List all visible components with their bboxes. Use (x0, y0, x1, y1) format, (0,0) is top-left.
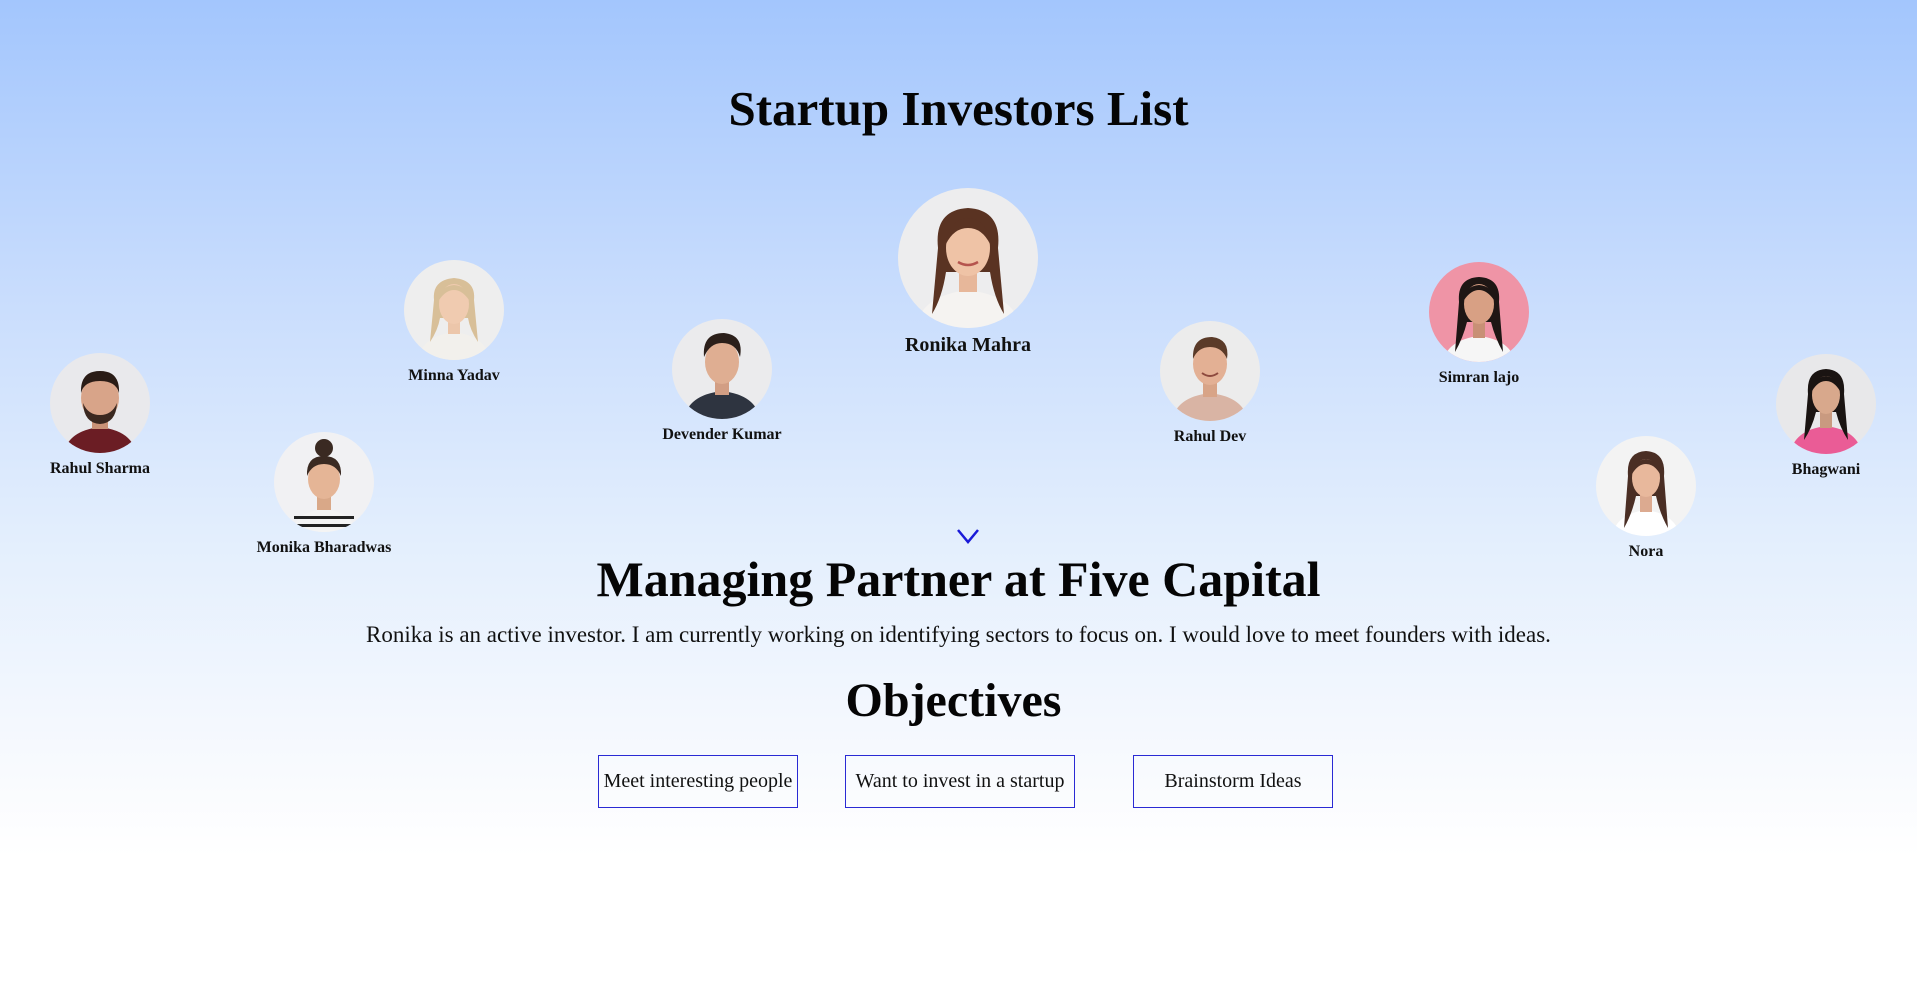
investor-devender-kumar[interactable]: Devender Kumar (652, 319, 792, 444)
avatar (404, 260, 504, 360)
investor-simran-lajo[interactable]: Simran lajo (1409, 262, 1549, 387)
objective-chip-brainstorm[interactable]: Brainstorm Ideas (1133, 755, 1333, 808)
avatar (1596, 436, 1696, 536)
selection-arrow (956, 362, 980, 546)
avatar (1429, 262, 1529, 362)
male-portrait-dark-shirt-icon (672, 319, 772, 419)
investor-name: Simran lajo (1438, 369, 1520, 386)
objective-label: Brainstorm Ideas (1164, 770, 1302, 792)
investor-name: Rahul Dev (1173, 428, 1247, 445)
avatar (1160, 321, 1260, 421)
avatar (1776, 354, 1876, 454)
investor-bhagwani[interactable]: Bhagwani (1776, 354, 1876, 479)
investor-name: Bhagwani (1791, 461, 1861, 478)
investor-nora[interactable]: Nora (1596, 436, 1696, 561)
investor-minna-yadav[interactable]: Minna Yadav (394, 260, 514, 385)
female-portrait-long-hair-icon (898, 188, 1038, 328)
investor-ronika-mahra[interactable]: Ronika Mahra (888, 188, 1048, 357)
female-portrait-pink-top-icon (1776, 354, 1876, 454)
arrow-down-icon (957, 364, 979, 544)
investor-name: Minna Yadav (408, 367, 500, 384)
page-title: Startup Investors List (728, 81, 1189, 136)
investor-rahul-sharma[interactable]: Rahul Sharma (45, 353, 155, 478)
male-portrait-beard-icon (50, 353, 150, 453)
female-portrait-blonde-icon (404, 260, 504, 360)
investor-name: Ronika Mahra (904, 334, 1032, 356)
male-portrait-smiling-icon (1160, 321, 1260, 421)
investor-name: Devender Kumar (662, 426, 782, 443)
objective-label: Want to invest in a startup (855, 770, 1065, 792)
female-portrait-pink-bg-icon (1429, 262, 1529, 362)
investor-role-heading: Managing Partner at Five Capital (596, 551, 1321, 607)
investor-rahul-dev[interactable]: Rahul Dev (1140, 321, 1280, 446)
female-portrait-bun-icon (274, 432, 374, 532)
avatar (50, 353, 150, 453)
objective-label: Meet interesting people (603, 770, 793, 792)
objective-chip-meet-people[interactable]: Meet interesting people (598, 755, 798, 808)
female-portrait-white-top-icon (1596, 436, 1696, 536)
investor-monika-bharadwas[interactable]: Monika Bharadwas (254, 432, 394, 557)
avatar (898, 188, 1038, 328)
investor-name: Rahul Sharma (49, 460, 151, 477)
objectives-title: Objectives (845, 674, 1062, 727)
objective-chip-invest-startup[interactable]: Want to invest in a startup (845, 755, 1075, 808)
investor-description: Ronika is an active investor. I am curre… (366, 622, 1551, 647)
avatar (274, 432, 374, 532)
avatar (672, 319, 772, 419)
